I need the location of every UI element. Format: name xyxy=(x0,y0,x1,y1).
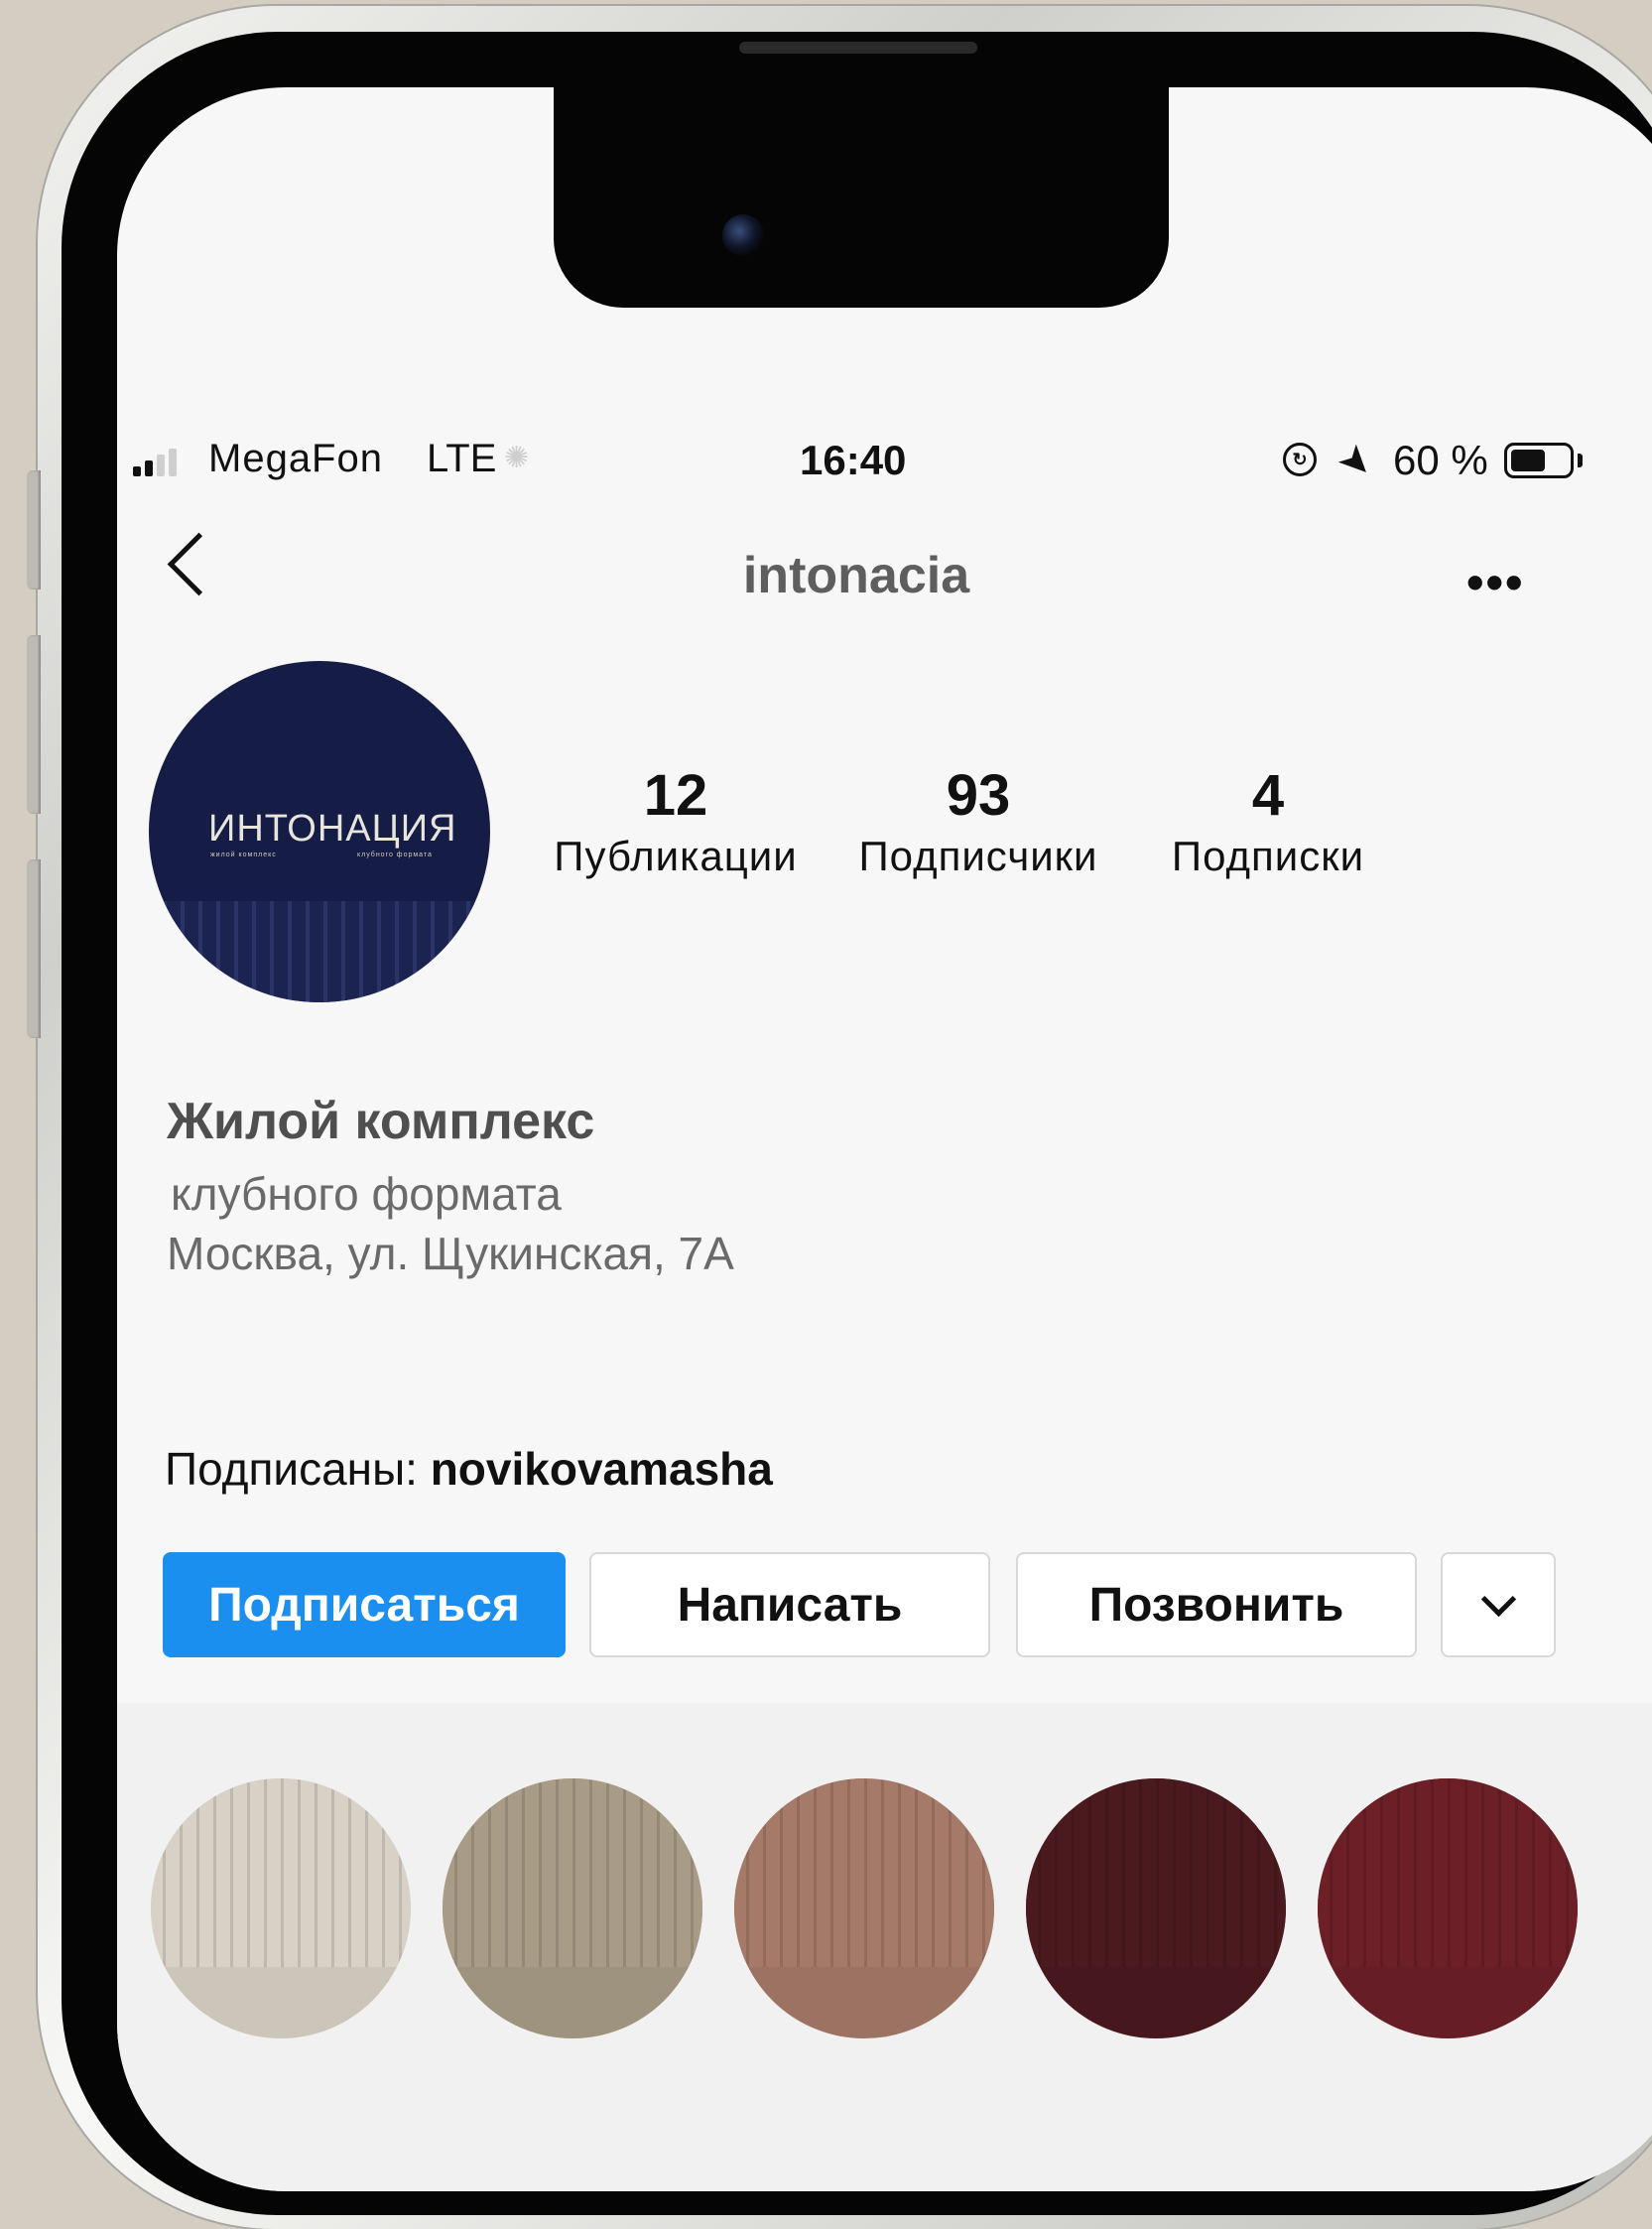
chevron-down-icon xyxy=(1480,1581,1516,1617)
stat-following[interactable]: 4 Подписки xyxy=(1149,762,1387,880)
network-type: LTE xyxy=(427,437,497,480)
stat-posts-label: Публикации xyxy=(554,833,798,879)
front-camera-icon xyxy=(722,214,764,256)
bio-line-2: Москва, ул. Щукинская, 7А xyxy=(167,1228,734,1279)
stat-following-value: 4 xyxy=(1251,763,1285,828)
avatar-pattern xyxy=(149,901,490,1002)
stat-followers-label: Подписчики xyxy=(858,833,1098,879)
stat-following-label: Подписки xyxy=(1171,833,1365,879)
orientation-lock-icon: ↻ xyxy=(1283,443,1317,476)
activity-spinner-icon: ✺ xyxy=(504,442,530,474)
avatar-sub-right: клубного формата xyxy=(357,852,433,858)
battery-icon xyxy=(1504,443,1574,478)
volume-up-button xyxy=(27,635,41,814)
stat-followers-value: 93 xyxy=(946,763,1011,828)
battery-percent: 60 % xyxy=(1393,437,1488,483)
stat-followers[interactable]: 93 Подписчики xyxy=(839,762,1117,880)
stat-posts-value: 12 xyxy=(643,763,708,828)
stat-posts[interactable]: 12 Публикации xyxy=(552,762,800,880)
carrier-name: MegaFon xyxy=(208,437,383,480)
location-icon: ➤ xyxy=(1329,434,1384,489)
call-button[interactable]: Позвонить xyxy=(1016,1552,1417,1657)
more-horizontal-icon[interactable]: ••• xyxy=(1466,554,1525,611)
avatar-sub-left: жилой комплекс xyxy=(210,852,277,858)
mute-switch xyxy=(27,470,41,590)
highlight-swatch-5[interactable] xyxy=(1318,1778,1578,2038)
bio-name: Жилой комплекс xyxy=(167,1093,595,1150)
more-options-button[interactable] xyxy=(1441,1552,1556,1657)
volume-down-button xyxy=(27,859,41,1038)
highlight-swatch-2[interactable] xyxy=(443,1778,702,2038)
earpiece-speaker xyxy=(739,42,977,54)
highlight-swatch-3[interactable] xyxy=(734,1778,994,2038)
notch xyxy=(554,87,1169,308)
phone-screen: MegaFon LTE ✺ 16:40 ↻ ➤ 60 % intonacia •… xyxy=(117,87,1652,2191)
message-button[interactable]: Написать xyxy=(589,1552,990,1657)
profile-username: intonacia xyxy=(742,547,970,604)
status-time: 16:40 xyxy=(800,437,907,483)
battery-fill xyxy=(1511,450,1545,471)
followed-by-user[interactable]: novikovamasha xyxy=(431,1443,773,1495)
battery-tip xyxy=(1578,454,1583,467)
bio-line-1: клубного формата xyxy=(171,1168,562,1220)
signal-icon xyxy=(133,449,177,476)
highlight-swatch-4[interactable] xyxy=(1026,1778,1286,2038)
followed-by[interactable]: Подписаны: novikovamasha xyxy=(165,1442,773,1496)
highlight-swatch-1[interactable] xyxy=(151,1778,411,2038)
follow-button[interactable]: Подписаться xyxy=(163,1552,566,1657)
status-bar: MegaFon LTE ✺ 16:40 ↻ ➤ 60 % xyxy=(117,434,1652,489)
followed-by-prefix: Подписаны: xyxy=(165,1443,431,1495)
avatar[interactable]: ИНТОНАЦИЯ жилой комплекс клубного формат… xyxy=(149,661,490,1002)
avatar-logo-text: ИНТОНАЦИЯ xyxy=(208,808,457,850)
